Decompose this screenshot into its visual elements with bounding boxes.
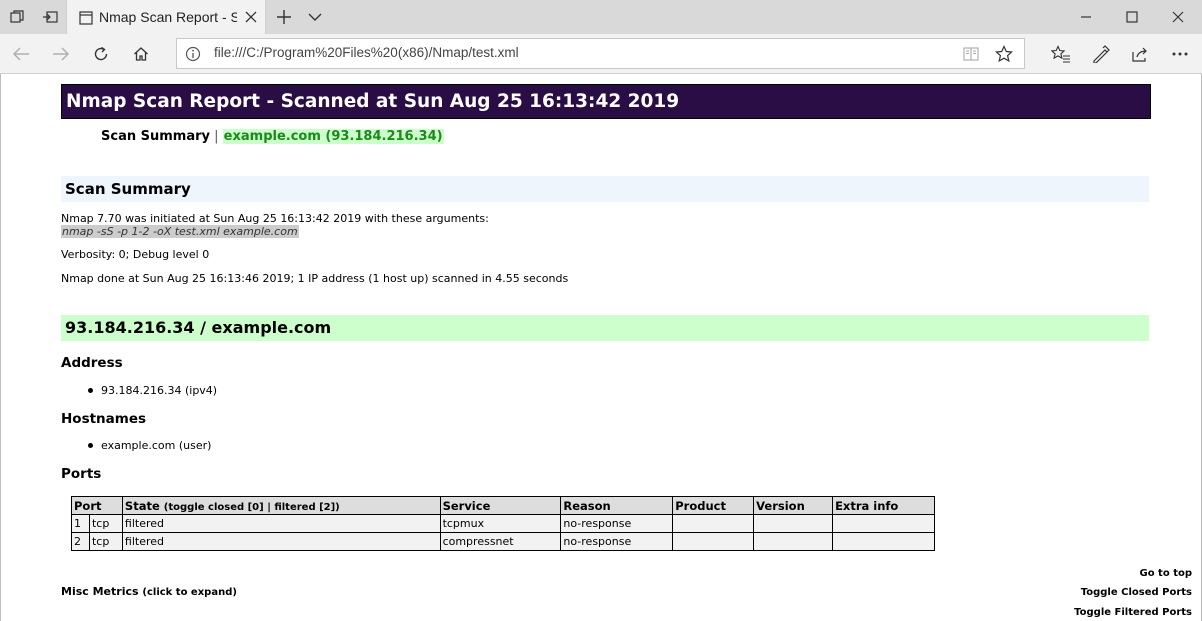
active-tab[interactable]: Nmap Scan Report - Scanned at Sun Aug 25… — [66, 0, 266, 34]
bullet-icon — [88, 442, 93, 448]
list-item: example.com (user) — [88, 439, 211, 452]
table-header-row: Port State (toggle closed [0] | filtered… — [71, 496, 935, 515]
port-protocol: tcp — [88, 532, 123, 551]
plus-icon[interactable] — [267, 0, 301, 34]
port-number: 1 — [71, 514, 90, 533]
chevron-down-icon[interactable] — [298, 0, 332, 34]
port-state: filtered — [121, 532, 441, 551]
toggle-filtered-ports-link[interactable]: Toggle Filtered Ports — [1074, 607, 1192, 618]
table-row: 1 tcp filtered tcpmux no-response — [71, 514, 935, 533]
address-bar[interactable]: file:///C:/Program%20Files%20(x86)/Nmap/… — [176, 38, 1025, 69]
verbosity-text: Verbosity: 0; Debug level 0 — [61, 248, 210, 261]
page-icon — [79, 10, 93, 29]
address-heading: Address — [61, 355, 123, 371]
star-icon[interactable] — [994, 45, 1014, 67]
refresh-icon[interactable] — [84, 37, 118, 71]
scan-summary-link[interactable]: Scan Summary — [101, 129, 210, 144]
port-state: filtered — [121, 514, 441, 533]
port-extra-info — [832, 514, 935, 533]
done-text: Nmap done at Sun Aug 25 16:13:46 2019; 1… — [61, 272, 569, 285]
address-value: 93.184.216.34 (ipv4) — [101, 384, 218, 397]
port-version — [753, 514, 834, 533]
info-icon[interactable] — [185, 46, 201, 66]
bullet-icon — [88, 387, 93, 393]
port-product — [672, 514, 755, 533]
close-tab-icon[interactable] — [243, 9, 259, 25]
tab-title: Nmap Scan Report - Scanned at Sun Aug 25… — [99, 9, 237, 25]
state-header-label: State — [124, 498, 160, 513]
version-column-header: Version — [753, 496, 834, 515]
home-icon[interactable] — [124, 37, 158, 71]
arrow-right-icon[interactable] — [44, 37, 78, 71]
page-title: Nmap Scan Report - Scanned at Sun Aug 25… — [61, 84, 1151, 119]
misc-metrics-toggle[interactable]: Misc Metrics (click to expand) — [61, 585, 237, 598]
port-version — [753, 532, 834, 551]
toggle-closed-ports-link[interactable]: Toggle Closed Ports — [1081, 587, 1192, 598]
tab-actions-icon[interactable] — [0, 0, 34, 34]
book-icon[interactable] — [963, 46, 979, 66]
nav-separator: | — [214, 129, 219, 144]
port-service: tcpmux — [439, 514, 562, 533]
pen-icon[interactable] — [1084, 37, 1118, 71]
ports-heading: Ports — [61, 466, 102, 482]
reason-column-header: Reason — [560, 496, 674, 515]
section-nav: Scan Summary | example.com (93.184.216.3… — [101, 129, 444, 144]
product-column-header: Product — [672, 496, 755, 515]
window-close-icon[interactable] — [1155, 0, 1201, 34]
port-number: 2 — [71, 532, 90, 551]
port-reason: no-response — [560, 514, 674, 533]
ports-table: Port State (toggle closed [0] | filtered… — [71, 496, 935, 551]
port-column-header: Port — [71, 496, 123, 515]
maximize-icon[interactable] — [1109, 0, 1155, 34]
scan-arguments: nmap -sS -p 1-2 -oX test.xml example.com — [61, 225, 299, 238]
port-protocol: tcp — [88, 514, 123, 533]
extra-info-column-header: Extra info — [832, 496, 935, 515]
port-extra-info — [832, 532, 935, 551]
url-text[interactable]: file:///C:/Program%20Files%20(x86)/Nmap/… — [214, 45, 519, 60]
misc-metrics-label: Misc Metrics — [61, 585, 139, 598]
host-link[interactable]: example.com (93.184.216.34) — [222, 129, 444, 144]
port-service: compressnet — [439, 532, 562, 551]
service-column-header: Service — [439, 496, 562, 515]
go-to-top-link[interactable]: Go to top — [1140, 568, 1193, 579]
table-row: 2 tcp filtered compressnet no-response — [71, 532, 935, 551]
tab-bar: Nmap Scan Report - Scanned at Sun Aug 25… — [0, 0, 1202, 34]
initiated-text: Nmap 7.70 was initiated at Sun Aug 25 16… — [61, 212, 489, 225]
hostnames-heading: Hostnames — [61, 411, 147, 427]
port-product — [672, 532, 755, 551]
favorites-icon[interactable] — [1044, 37, 1078, 71]
minimize-icon[interactable] — [1063, 0, 1109, 34]
port-reason: no-response — [560, 532, 674, 551]
arrow-left-icon[interactable] — [4, 37, 38, 71]
navigation-bar: file:///C:/Program%20Files%20(x86)/Nmap/… — [0, 34, 1202, 74]
hostname-value: example.com (user) — [101, 439, 212, 452]
set-aside-tabs-icon[interactable] — [33, 0, 67, 34]
misc-metrics-hint: (click to expand) — [142, 587, 237, 598]
state-toggle-links[interactable]: (toggle closed [0] | filtered [2]) — [164, 502, 340, 513]
share-icon[interactable] — [1123, 37, 1157, 71]
viewport-border-left — [0, 74, 1, 621]
scan-summary-heading: Scan Summary — [61, 176, 1149, 202]
more-icon[interactable] — [1163, 37, 1197, 71]
host-heading: 93.184.216.34 / example.com — [61, 315, 1149, 341]
list-item: 93.184.216.34 (ipv4) — [88, 384, 217, 397]
state-column-header: State (toggle closed [0] | filtered [2]) — [121, 496, 441, 515]
